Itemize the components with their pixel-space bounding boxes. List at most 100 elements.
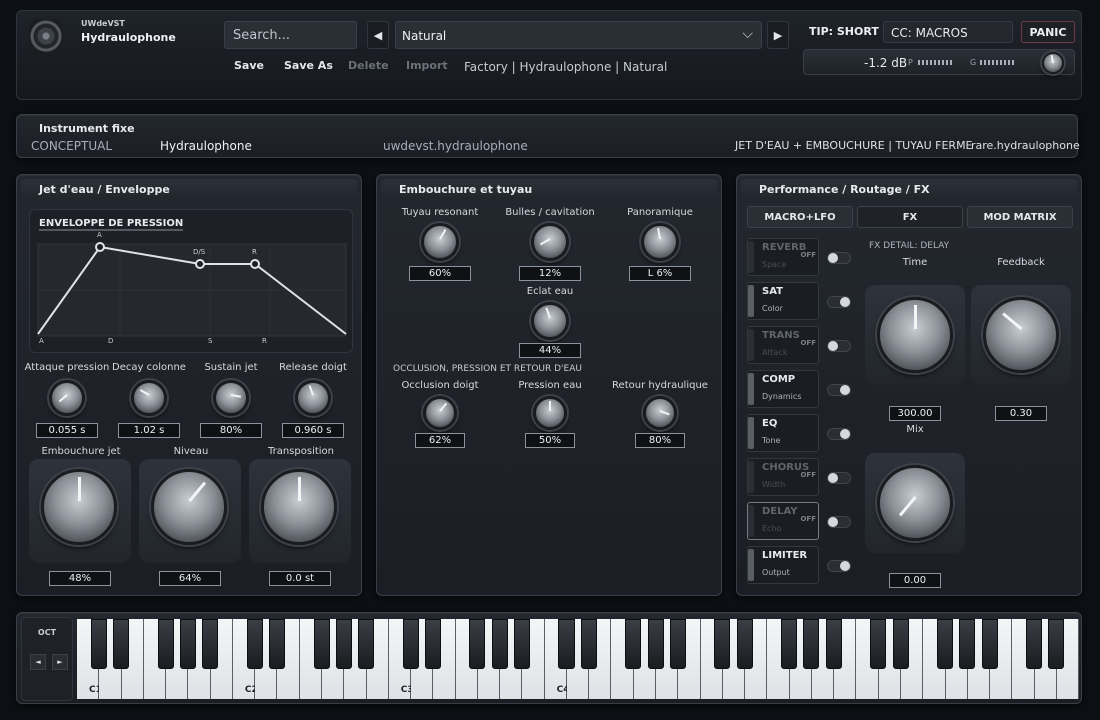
fx-toggle-reverb[interactable] xyxy=(827,252,851,264)
black-key[interactable] xyxy=(803,619,820,669)
black-key[interactable] xyxy=(892,619,909,669)
tab-mod-matrix[interactable]: MOD MATRIX xyxy=(967,206,1073,228)
save-button[interactable]: Save xyxy=(234,59,264,72)
pression-knob[interactable] xyxy=(533,396,567,430)
feedback-value[interactable]: 0.30 xyxy=(995,406,1047,421)
black-key[interactable] xyxy=(959,619,976,669)
envelope-editor[interactable]: ENVELOPPE DE PRESSION A D/S R A D S R xyxy=(29,209,353,353)
fx-toggle-eq[interactable] xyxy=(827,428,851,440)
tuyau-value[interactable]: 60% xyxy=(409,266,471,281)
fx-slot-limiter[interactable]: LIMITER Output xyxy=(747,546,819,584)
fx-slot-trans[interactable]: TRANS Attack OFF xyxy=(747,326,819,364)
black-key[interactable] xyxy=(1048,619,1065,669)
attaque-knob[interactable] xyxy=(49,380,85,416)
eclat-value[interactable]: 44% xyxy=(519,343,581,358)
fx-slot-sat[interactable]: SAT Color xyxy=(747,282,819,320)
black-key[interactable] xyxy=(647,619,664,669)
cc-mode-select[interactable]: CC: MACROS xyxy=(883,21,1013,43)
black-key[interactable] xyxy=(469,619,486,669)
delete-button[interactable]: Delete xyxy=(348,59,389,72)
transposition-knob[interactable] xyxy=(261,469,337,545)
next-preset-button[interactable]: ▶ xyxy=(767,21,789,49)
tip-mode-toggle[interactable]: TIP: SHORT xyxy=(803,21,879,43)
attaque-value[interactable]: 0.055 s xyxy=(36,423,98,438)
feedback-knob[interactable] xyxy=(983,297,1059,373)
sustain-value[interactable]: 80% xyxy=(200,423,262,438)
black-key[interactable] xyxy=(402,619,419,669)
black-key[interactable] xyxy=(981,619,998,669)
fx-slot-delay[interactable]: DELAY Echo OFF xyxy=(747,502,819,540)
black-key[interactable] xyxy=(157,619,174,669)
master-volume-knob[interactable] xyxy=(1042,52,1064,74)
fx-toggle-sat[interactable] xyxy=(827,296,851,308)
mix-value[interactable]: 0.00 xyxy=(889,573,941,588)
black-key[interactable] xyxy=(937,619,954,669)
tab-macro-lfo[interactable]: MACRO+LFO xyxy=(747,206,853,228)
black-key[interactable] xyxy=(714,619,731,669)
black-key[interactable] xyxy=(669,619,686,669)
black-key[interactable] xyxy=(736,619,753,669)
fx-slot-reverb[interactable]: REVERB Space OFF xyxy=(747,238,819,276)
preset-select[interactable]: Natural ⌵ xyxy=(395,21,762,49)
fx-toggle-delay[interactable] xyxy=(827,516,851,528)
import-button[interactable]: Import xyxy=(406,59,448,72)
black-key[interactable] xyxy=(580,619,597,669)
black-key[interactable] xyxy=(1026,619,1043,669)
tuyau-knob[interactable] xyxy=(421,223,459,261)
black-key[interactable] xyxy=(870,619,887,669)
pression-value[interactable]: 50% xyxy=(525,433,575,448)
fx-slot-comp[interactable]: COMP Dynamics xyxy=(747,370,819,408)
sustain-knob[interactable] xyxy=(213,380,249,416)
black-key[interactable] xyxy=(781,619,798,669)
time-knob[interactable] xyxy=(877,297,953,373)
release-knob[interactable] xyxy=(295,380,331,416)
fx-slot-chorus[interactable]: CHORUS Width OFF xyxy=(747,458,819,496)
octave-down-button[interactable]: ◄ xyxy=(30,654,46,670)
black-key[interactable] xyxy=(313,619,330,669)
black-key[interactable] xyxy=(513,619,530,669)
black-key[interactable] xyxy=(825,619,842,669)
fx-toggle-trans[interactable] xyxy=(827,340,851,352)
bulles-knob[interactable] xyxy=(531,223,569,261)
black-key[interactable] xyxy=(179,619,196,669)
retour-knob[interactable] xyxy=(643,396,677,430)
release-value[interactable]: 0.960 s xyxy=(282,423,344,438)
piano-keys[interactable]: C1 C2 C3 C4 xyxy=(77,613,1079,705)
prev-preset-button[interactable]: ◀ xyxy=(367,21,389,49)
occlusion-value[interactable]: 62% xyxy=(415,433,465,448)
fx-toggle-chorus[interactable] xyxy=(827,472,851,484)
panoramique-knob[interactable] xyxy=(641,223,679,261)
octave-up-button[interactable]: ► xyxy=(52,654,68,670)
black-key[interactable] xyxy=(625,619,642,669)
black-key[interactable] xyxy=(246,619,263,669)
fx-toggle-comp[interactable] xyxy=(827,384,851,396)
panoramique-value[interactable]: L 6% xyxy=(629,266,691,281)
decay-knob[interactable] xyxy=(131,380,167,416)
transposition-value[interactable]: 0.0 st xyxy=(269,571,331,586)
embouchure-knob[interactable] xyxy=(41,469,117,545)
search-input[interactable]: Search... xyxy=(224,21,357,49)
black-key[interactable] xyxy=(424,619,441,669)
black-key[interactable] xyxy=(202,619,219,669)
save-as-button[interactable]: Save As xyxy=(284,59,333,72)
black-key[interactable] xyxy=(491,619,508,669)
retour-value[interactable]: 80% xyxy=(635,433,685,448)
mix-knob[interactable] xyxy=(877,465,953,541)
panic-button[interactable]: PANIC xyxy=(1021,21,1075,43)
occlusion-knob[interactable] xyxy=(423,396,457,430)
niveau-knob[interactable] xyxy=(151,469,227,545)
bulles-value[interactable]: 12% xyxy=(519,266,581,281)
embouchure-value[interactable]: 48% xyxy=(49,571,111,586)
decay-value[interactable]: 1.02 s xyxy=(118,423,180,438)
black-key[interactable] xyxy=(358,619,375,669)
black-key[interactable] xyxy=(90,619,107,669)
eclat-knob[interactable] xyxy=(531,302,569,340)
fx-slot-eq[interactable]: EQ Tone xyxy=(747,414,819,452)
tab-fx[interactable]: FX xyxy=(857,206,963,228)
black-key[interactable] xyxy=(335,619,352,669)
black-key[interactable] xyxy=(268,619,285,669)
fx-toggle-limiter[interactable] xyxy=(827,560,851,572)
black-key[interactable] xyxy=(558,619,575,669)
time-value[interactable]: 300.00 xyxy=(889,406,941,421)
black-key[interactable] xyxy=(113,619,130,669)
